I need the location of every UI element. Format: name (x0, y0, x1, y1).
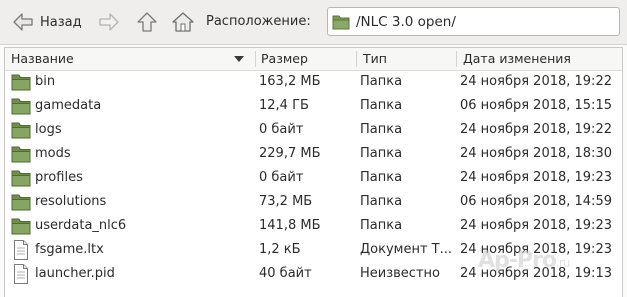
column-name-header[interactable]: Название (11, 48, 74, 70)
file-type: Папка (360, 218, 403, 233)
file-size: 141,8 МБ (259, 218, 321, 233)
file-date: 24 ноября 2018, 19:22 (460, 74, 612, 89)
folder-icon (332, 15, 350, 29)
up-button[interactable] (134, 9, 160, 35)
home-icon (172, 12, 194, 32)
watermark-main: Ap-Pro (478, 248, 557, 273)
file-row[interactable]: logs 0 байт Папка 24 ноября 2018, 19:22 (5, 118, 622, 142)
folder-icon (9, 94, 33, 118)
file-name: fsgame.ltx (35, 242, 104, 257)
file-date: 24 ноября 2018, 19:23 (460, 170, 612, 185)
up-arrow-icon (137, 12, 157, 32)
back-button[interactable]: Назад (4, 8, 90, 36)
file-size: 0 байт (259, 170, 304, 185)
file-type: Папка (360, 194, 403, 209)
folder-icon (9, 118, 33, 142)
folder-icon (9, 142, 33, 166)
file-name: gamedata (35, 98, 102, 113)
folder-icon (9, 190, 33, 214)
file-size: 12,4 ГБ (259, 98, 309, 113)
home-button[interactable] (170, 9, 196, 35)
file-type: Папка (360, 98, 403, 113)
file-date: 24 ноября 2018, 19:22 (460, 122, 612, 137)
column-size-header[interactable]: Размер (261, 48, 308, 70)
file-name: resolutions (35, 194, 107, 209)
file-row[interactable]: gamedata 12,4 ГБ Папка 06 ноября 2018, 1… (5, 94, 622, 118)
folder-icon (9, 214, 33, 238)
column-header: Название Размер Тип Дата изменения (5, 48, 622, 71)
file-type: Папка (360, 170, 403, 185)
column-divider[interactable] (456, 51, 457, 67)
file-type: Документ Т... (360, 242, 453, 257)
file-type: Папка (360, 146, 403, 161)
file-size: 163,2 МБ (259, 74, 321, 89)
file-size: 0 байт (259, 122, 304, 137)
forward-button[interactable] (96, 10, 122, 34)
watermark: Ap-Pro.ru (478, 248, 570, 273)
sort-descending-icon (234, 56, 244, 62)
column-divider[interactable] (255, 51, 256, 67)
file-name: logs (35, 122, 62, 137)
column-divider[interactable] (356, 51, 357, 67)
toolbar: Назад Расположение: /NLC 3.0 open/ (0, 0, 627, 45)
file-type: Папка (360, 74, 403, 89)
folder-icon (9, 70, 33, 94)
document-icon (9, 238, 33, 262)
file-row[interactable]: profiles 0 байт Папка 24 ноября 2018, 19… (5, 166, 622, 190)
file-size: 73,2 МБ (259, 194, 313, 209)
file-date: 24 ноября 2018, 19:23 (460, 218, 612, 233)
file-date: 06 ноября 2018, 15:15 (460, 98, 612, 113)
watermark-suffix: .ru (556, 256, 570, 270)
file-size: 229,7 МБ (259, 146, 321, 161)
file-name: mods (35, 146, 71, 161)
back-arrow-icon (13, 13, 33, 31)
file-date: 06 ноября 2018, 14:59 (460, 194, 612, 209)
file-type: Неизвестно (360, 266, 440, 281)
file-row[interactable]: bin 163,2 МБ Папка 24 ноября 2018, 19:22 (5, 70, 622, 94)
file-row[interactable]: mods 229,7 МБ Папка 24 ноября 2018, 18:3… (5, 142, 622, 166)
back-button-label: Назад (40, 14, 82, 30)
column-date-header[interactable]: Дата изменения (463, 48, 571, 70)
folder-icon (9, 166, 33, 190)
location-label: Расположение: (206, 14, 311, 29)
file-name: userdata_nlc6 (35, 218, 127, 233)
document-icon (9, 262, 33, 286)
file-date: 24 ноября 2018, 18:30 (460, 146, 612, 161)
file-row[interactable]: resolutions 73,2 МБ Папка 06 ноября 2018… (5, 190, 622, 214)
file-size: 1,2 кБ (259, 242, 301, 257)
file-row[interactable]: userdata_nlc6 141,8 МБ Папка 24 ноября 2… (5, 214, 622, 238)
column-type-header[interactable]: Тип (363, 48, 387, 70)
location-path: /NLC 3.0 open/ (356, 13, 456, 30)
location-field[interactable]: /NLC 3.0 open/ (327, 7, 620, 36)
forward-arrow-icon (99, 13, 119, 31)
file-size: 40 байт (259, 266, 312, 281)
file-name: launcher.pid (35, 266, 115, 281)
file-name: profiles (35, 170, 83, 185)
file-type: Папка (360, 122, 403, 137)
file-name: bin (35, 74, 56, 89)
